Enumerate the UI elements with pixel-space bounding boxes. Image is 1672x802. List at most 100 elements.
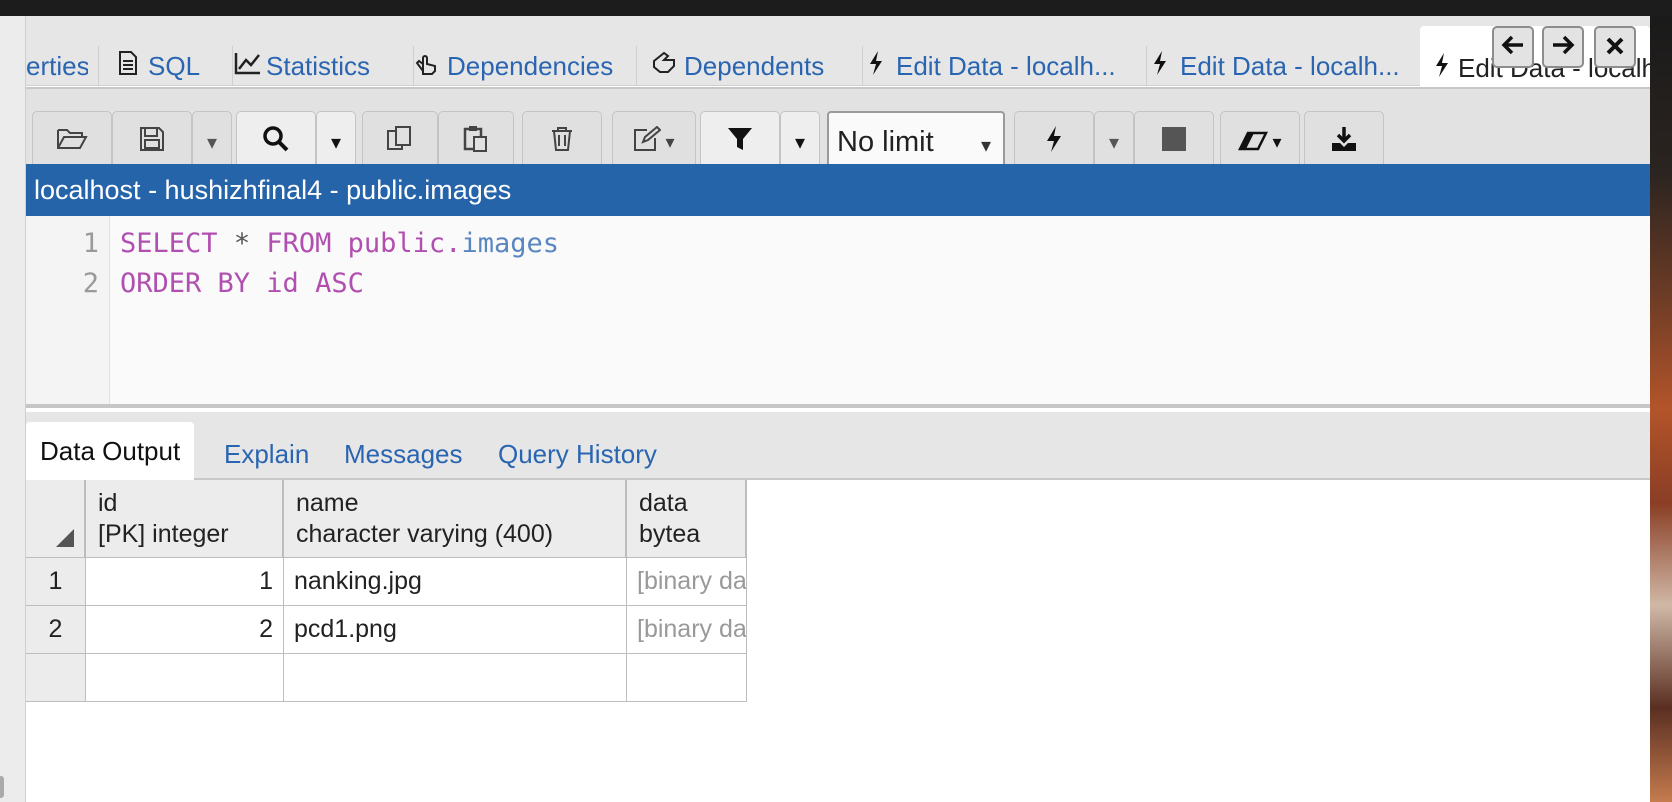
tab-explain[interactable]: Explain (224, 430, 309, 478)
tab-divider (98, 46, 99, 86)
filter-icon (727, 126, 753, 159)
tab-statistics[interactable]: Statistics (234, 46, 370, 86)
search-icon (262, 125, 290, 160)
tab-label: Data Output (40, 435, 181, 466)
query-tool-panel: erties SQL Statistics Dependencies Depen… (26, 16, 1650, 802)
sql-editor[interactable]: 1 2 SELECT * FROM public.images ORDER BY… (26, 216, 1650, 408)
schema-token: public. (347, 228, 462, 259)
tab-label: erties (26, 50, 88, 81)
close-panel-button[interactable] (1594, 26, 1636, 68)
connection-path-bar: localhost - hushizhfinal4 - public.image… (26, 164, 1650, 216)
tab-label: Edit Data - localh... (896, 50, 1116, 81)
os-top-bar (0, 0, 1672, 16)
copy-icon (386, 125, 414, 160)
file-text-icon (116, 50, 140, 82)
keyword-token: FROM (266, 228, 332, 259)
new-row-cell-name[interactable] (284, 654, 627, 702)
column-type: character varying (400) (296, 520, 554, 548)
column-header-id[interactable]: id [PK] integer (86, 480, 284, 558)
hand-pointer-icon (415, 50, 439, 83)
row-number[interactable]: 1 (26, 558, 86, 606)
cell-id[interactable]: 2 (86, 606, 284, 654)
caret-down-icon: ▾ (980, 135, 991, 157)
line-number-gutter: 1 2 (26, 216, 110, 404)
new-row-number[interactable] (26, 654, 86, 702)
bolt-icon (1434, 52, 1450, 85)
download-icon (1330, 125, 1358, 160)
paste-icon (462, 125, 490, 160)
caret-down-icon: ▾ (1108, 131, 1120, 154)
column-name: name (296, 489, 359, 517)
trash-icon (550, 126, 574, 159)
keyword-token: SELECT (120, 228, 218, 259)
tab-divider (862, 46, 863, 86)
new-row-cell-id[interactable] (86, 654, 284, 702)
cell-data[interactable]: [binary data] (627, 558, 747, 606)
tab-dependencies[interactable]: Dependencies (415, 46, 613, 86)
folder-open-icon (56, 126, 88, 159)
operator-token: * (233, 228, 251, 259)
keyword-token: ORDER BY id ASC (120, 268, 364, 299)
left-sidebar-edge[interactable] (0, 16, 26, 802)
tab-divider (232, 46, 233, 86)
bolt-icon (864, 50, 888, 83)
connection-path: localhost - hushizhfinal4 - public.image… (34, 174, 512, 205)
code-line[interactable]: ORDER BY id ASC (120, 268, 364, 299)
caret-down-icon: ▾ (665, 131, 675, 152)
cell-name[interactable]: nanking.jpg (284, 558, 627, 606)
tab-query-history[interactable]: Query History (498, 430, 657, 478)
row-number[interactable]: 2 (26, 606, 86, 654)
resize-knob[interactable] (0, 776, 4, 798)
row-limit-value: No limit (837, 125, 934, 158)
tab-messages[interactable]: Messages (344, 430, 463, 478)
desktop-background-edge (1650, 16, 1672, 802)
caret-down-icon: ▾ (1272, 131, 1282, 152)
select-all-corner[interactable] (26, 480, 86, 558)
column-name: id (98, 489, 118, 517)
tab-sql[interactable]: SQL (116, 46, 200, 86)
cell-data[interactable]: [binary data] (627, 606, 747, 654)
column-type: [PK] integer (98, 520, 229, 548)
tab-label: Dependencies (447, 50, 614, 81)
tab-label: SQL (148, 50, 201, 81)
caret-down-icon: ▾ (206, 131, 218, 154)
cell-name[interactable]: pcd1.png (284, 606, 627, 654)
tab-label: Statistics (266, 50, 371, 81)
line-chart-icon (234, 51, 260, 82)
arrow-right-icon (1551, 32, 1575, 63)
tab-label: Edit Data - localh... (1180, 50, 1400, 81)
column-name: data (639, 489, 688, 517)
result-tab-bar: Data Output Explain Messages Query Histo… (26, 412, 1650, 480)
column-header-name[interactable]: name character varying (400) (284, 480, 627, 558)
corner-triangle-icon (56, 529, 74, 547)
code-line[interactable]: SELECT * FROM public.images (120, 228, 559, 259)
tab-edit-data-2[interactable]: Edit Data - localh... (1148, 46, 1423, 86)
tab-divider (1146, 46, 1147, 86)
table-token: images (461, 228, 559, 259)
line-number: 2 (82, 268, 99, 299)
line-number: 1 (82, 228, 99, 259)
cell-id[interactable]: 1 (86, 558, 284, 606)
tab-label: Dependents (684, 50, 825, 81)
tab-label: Messages (344, 438, 463, 469)
caret-down-icon: ▾ (330, 131, 342, 154)
tab-data-output[interactable]: Data Output (26, 422, 195, 480)
tab-edit-data-1[interactable]: Edit Data - localh... (864, 46, 1134, 86)
tab-label: Query History (498, 438, 657, 469)
column-header-data[interactable]: data bytea (627, 480, 747, 558)
new-row-cell-data[interactable] (627, 654, 747, 702)
column-type: bytea (639, 520, 701, 548)
bolt-icon (1148, 50, 1172, 83)
tab-properties[interactable]: erties (26, 46, 88, 86)
panel-tab-bar: erties SQL Statistics Dependencies Depen… (26, 16, 1650, 86)
stop-icon (1161, 126, 1187, 159)
tab-dependents[interactable]: Dependents (652, 46, 824, 86)
arrow-left-icon (1501, 32, 1525, 63)
hand-icon (652, 51, 676, 82)
forward-button[interactable] (1542, 26, 1584, 68)
save-icon (139, 126, 165, 159)
close-icon (1605, 32, 1625, 63)
caret-down-icon: ▾ (794, 131, 806, 154)
pencil-square-icon (633, 125, 662, 159)
back-button[interactable] (1492, 26, 1534, 68)
